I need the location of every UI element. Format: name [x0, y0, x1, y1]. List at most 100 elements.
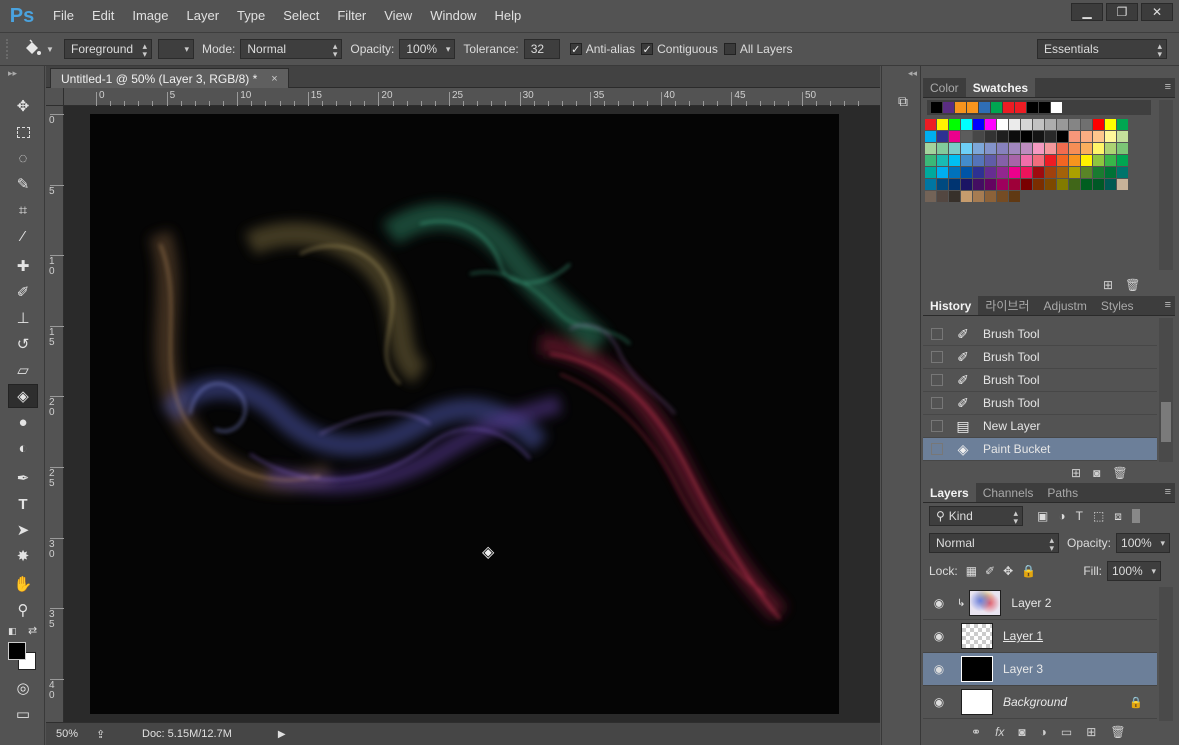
history-state[interactable]: ✐ Brush Tool: [923, 392, 1157, 415]
swatch[interactable]: [1069, 167, 1080, 178]
new-swatch-icon[interactable]: ⊞: [1103, 278, 1113, 292]
layer-style-icon[interactable]: fx: [995, 725, 1004, 739]
swatch[interactable]: [1105, 167, 1116, 178]
menu-help[interactable]: Help: [485, 0, 530, 32]
layer-name[interactable]: Layer 1: [1003, 629, 1043, 643]
swatch[interactable]: [1021, 179, 1032, 190]
panel-menu-icon[interactable]: ≡: [1165, 81, 1171, 93]
mode-select[interactable]: Normal ▴ ▾: [240, 39, 343, 59]
visibility-eye-icon[interactable]: ◉: [927, 695, 951, 709]
zoom-tool[interactable]: ⚲: [8, 598, 38, 622]
swatch[interactable]: [1009, 131, 1020, 142]
swatch[interactable]: [1033, 131, 1044, 142]
document-tab[interactable]: Untitled-1 @ 50% (Layer 3, RGB/8) * ×: [50, 68, 289, 88]
minimize-button[interactable]: ▁: [1071, 3, 1103, 21]
type-tool[interactable]: T: [8, 492, 38, 516]
swatch[interactable]: [1045, 119, 1056, 130]
swatch[interactable]: [937, 143, 948, 154]
menu-select[interactable]: Select: [274, 0, 328, 32]
swatch[interactable]: [961, 131, 972, 142]
swatch[interactable]: [1117, 131, 1128, 142]
layer-opacity-input[interactable]: 100% ▾: [1116, 533, 1171, 553]
move-tool[interactable]: ✥: [8, 94, 38, 118]
close-tab-icon[interactable]: ×: [271, 73, 277, 85]
tab-color[interactable]: Color: [923, 78, 966, 97]
swatch[interactable]: [1117, 167, 1128, 178]
history-source-checkbox[interactable]: [931, 374, 943, 386]
swap-colors-icon[interactable]: ⇄: [28, 624, 37, 637]
dodge-tool[interactable]: ◐: [8, 436, 38, 460]
marquee-tool[interactable]: [8, 120, 38, 144]
quick-selection-tool[interactable]: ✎: [8, 172, 38, 196]
swatch[interactable]: [949, 131, 960, 142]
swatch[interactable]: [925, 155, 936, 166]
ruler-origin[interactable]: [46, 88, 64, 106]
history-brush-tool[interactable]: ↺: [8, 332, 38, 356]
status-menu-arrow-icon[interactable]: ▶: [278, 729, 286, 740]
swatch[interactable]: [1009, 155, 1020, 166]
layer-name[interactable]: Layer 3: [1003, 662, 1043, 676]
layer-thumbnail[interactable]: [961, 689, 993, 715]
swatch[interactable]: [1069, 179, 1080, 190]
filter-type-icon[interactable]: T: [1076, 509, 1083, 523]
swatch[interactable]: [1045, 155, 1056, 166]
menu-image[interactable]: Image: [123, 0, 177, 32]
hand-tool[interactable]: ✋: [8, 572, 38, 596]
swatch[interactable]: [1045, 143, 1056, 154]
history-source-checkbox[interactable]: [931, 328, 943, 340]
trash-icon[interactable]: 🗑: [1110, 725, 1125, 739]
swatch[interactable]: [973, 179, 984, 190]
swatch[interactable]: [1093, 119, 1104, 130]
lock-pixels-icon[interactable]: ✐: [985, 564, 995, 578]
tab-swatches[interactable]: Swatches: [965, 78, 1036, 97]
swatch[interactable]: [1093, 167, 1104, 178]
layer-row[interactable]: ◉ ↳ Layer 2: [923, 587, 1157, 620]
swatch[interactable]: [937, 155, 948, 166]
swatch[interactable]: [961, 191, 972, 202]
brush-tool[interactable]: ✐: [8, 280, 38, 304]
layer-row[interactable]: ◉ Background 🔒: [923, 686, 1157, 719]
swatch[interactable]: [1069, 131, 1080, 142]
swatch[interactable]: [1081, 155, 1092, 166]
history-source-checkbox[interactable]: [931, 351, 943, 363]
swatch[interactable]: [1081, 143, 1092, 154]
tolerance-input[interactable]: 32: [523, 39, 560, 59]
pen-tool[interactable]: ✒: [8, 466, 38, 490]
swatch[interactable]: [985, 179, 996, 190]
pattern-picker[interactable]: ▾: [158, 39, 194, 59]
swatch[interactable]: [949, 155, 960, 166]
paint-bucket-tool[interactable]: ◈: [8, 384, 38, 408]
recent-swatch[interactable]: [967, 102, 978, 113]
swatch[interactable]: [1009, 179, 1020, 190]
menu-layer[interactable]: Layer: [178, 0, 229, 32]
trash-icon[interactable]: 🗑: [1125, 278, 1140, 292]
swatch[interactable]: [1045, 179, 1056, 190]
swatch[interactable]: [985, 119, 996, 130]
swatch[interactable]: [1057, 167, 1068, 178]
swatch[interactable]: [997, 191, 1008, 202]
blur-tool[interactable]: ●: [8, 410, 38, 434]
swatch[interactable]: [949, 119, 960, 130]
swatch[interactable]: [1009, 119, 1020, 130]
swatch[interactable]: [925, 143, 936, 154]
new-document-from-state-icon[interactable]: ⊞: [1071, 466, 1081, 480]
visibility-eye-icon[interactable]: ◉: [927, 596, 951, 610]
swatch[interactable]: [937, 179, 948, 190]
swatch[interactable]: [1093, 131, 1104, 142]
swatch[interactable]: [1033, 167, 1044, 178]
swatch[interactable]: [1057, 131, 1068, 142]
swatch[interactable]: [985, 167, 996, 178]
swatch[interactable]: [997, 179, 1008, 190]
history-state[interactable]: ▤ New Layer: [923, 415, 1157, 438]
new-group-icon[interactable]: ▭: [1061, 725, 1072, 739]
ruler-vertical[interactable]: 0 5 1 0 1 5 2 0 2 5 3 0 3 5 4 0: [46, 106, 64, 722]
layer-row[interactable]: ◉ Layer 3: [923, 653, 1157, 686]
swatch[interactable]: [973, 155, 984, 166]
swatch[interactable]: [961, 119, 972, 130]
tab-layers[interactable]: Layers: [923, 483, 976, 502]
filter-pixel-icon[interactable]: ▣: [1037, 509, 1048, 523]
filter-toggle-icon[interactable]: [1131, 509, 1140, 523]
swatch[interactable]: [961, 155, 972, 166]
swatch[interactable]: [925, 191, 936, 202]
swatch[interactable]: [973, 191, 984, 202]
